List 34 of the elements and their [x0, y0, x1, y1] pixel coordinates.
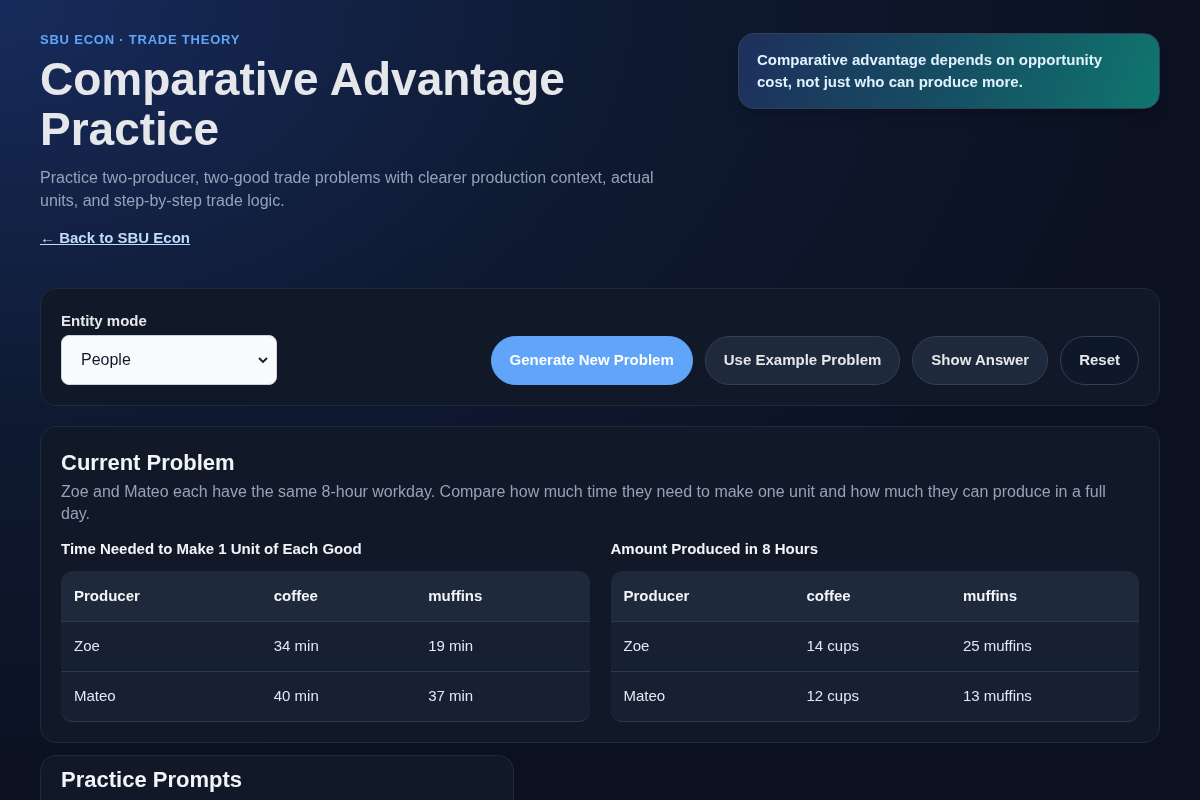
table-cell: Mateo — [610, 671, 794, 721]
table-cell: 12 cups — [793, 671, 950, 721]
back-link[interactable]: ← Back to SBU Econ — [40, 229, 191, 246]
table-cell: 14 cups — [793, 621, 950, 671]
table-cell: 25 muffins — [949, 621, 1139, 671]
table-cell: 13 muffins — [949, 671, 1139, 721]
action-button[interactable]: Show Answer — [912, 336, 1049, 385]
table-cell: 40 min — [260, 671, 416, 721]
section-title: Practice Prompts — [61, 768, 243, 792]
table-title: Time Needed to Make 1 Unit of Each Good — [61, 539, 363, 559]
page-subtitle: Practice two-producer, two-good trade problems with clearer production context, actual units, and step-by-step trade logic. — [40, 168, 655, 211]
callout-card: Comparative advantage depends on opportunity cost, not just who can produce more. — [738, 33, 1160, 109]
action-button[interactable]: Use Example Problem — [704, 336, 901, 385]
table-cell: Zoe — [61, 621, 261, 671]
chevron-down-icon — [258, 356, 268, 364]
column-header: muffins — [949, 571, 1139, 621]
action-button[interactable]: Reset — [1060, 336, 1139, 385]
table-cell: Mateo — [61, 671, 261, 721]
problem-description: Zoe and Mateo each have the same 8-hour workday. Compare how much time they need to make one unit and how much they can produce in a full day. — [61, 482, 1107, 524]
column-header: Producer — [610, 571, 794, 621]
entity-mode-label: Entity mode — [61, 311, 147, 331]
column-header: Producer — [61, 571, 261, 621]
section-title: Current Problem — [61, 449, 236, 477]
eyebrow-label: SBU ECON · TRADE THEORY — [40, 32, 241, 48]
table-cell: 34 min — [260, 621, 416, 671]
column-header: muffins — [415, 571, 590, 621]
table-cell: 19 min — [415, 621, 590, 671]
page-title: Comparative Advantage Practice — [40, 54, 566, 154]
column-header: coffee — [793, 571, 950, 621]
column-header: coffee — [260, 571, 416, 621]
table-cell: 37 min — [415, 671, 590, 721]
table-title: Amount Produced in 8 Hours — [610, 539, 819, 559]
table-cell: Zoe — [610, 621, 794, 671]
entity-mode-select[interactable]: People — [61, 335, 277, 385]
